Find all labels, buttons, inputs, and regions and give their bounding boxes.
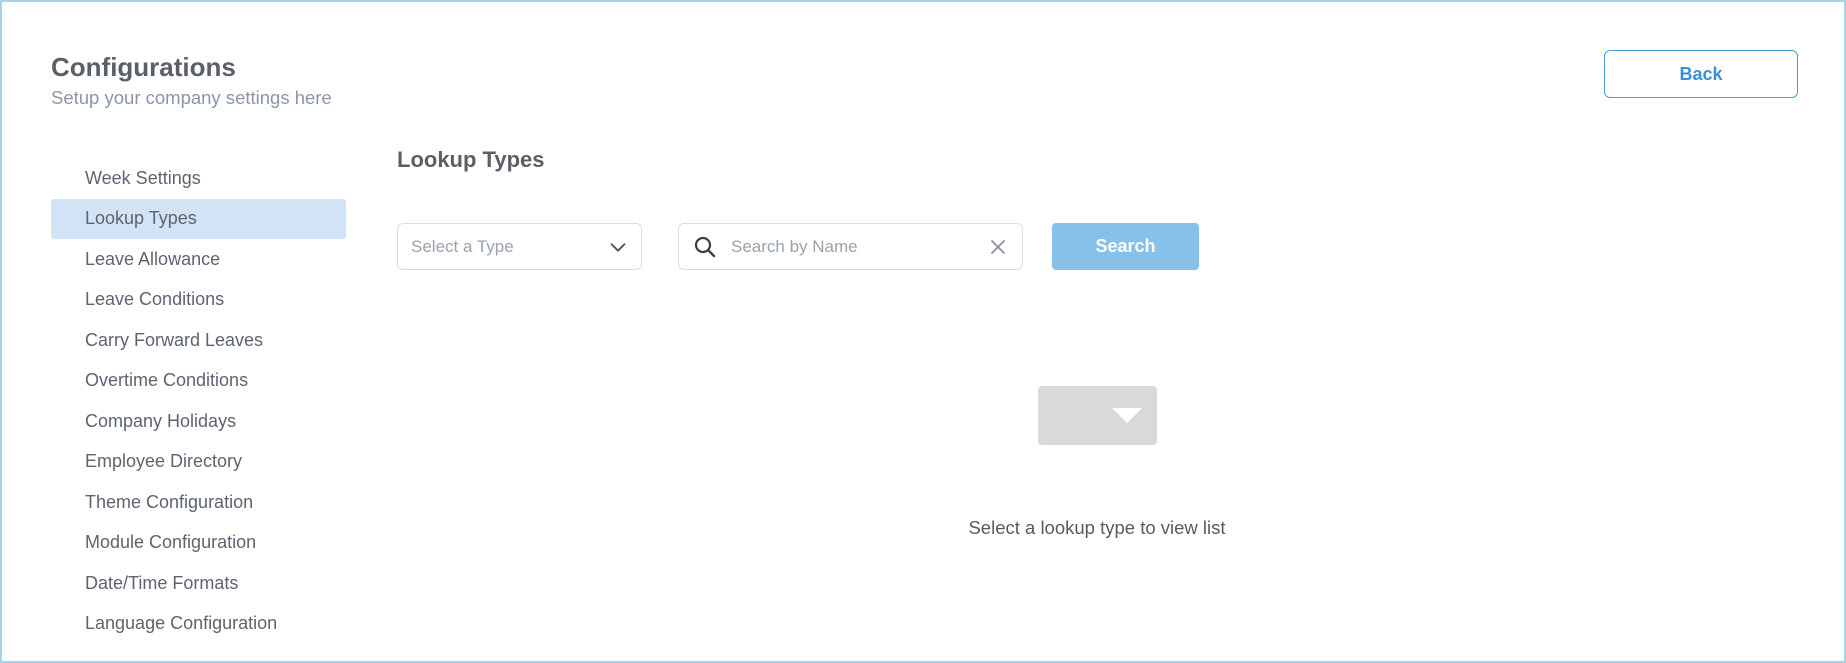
sidebar-item-leave-conditions[interactable]: Leave Conditions: [51, 280, 346, 321]
sidebar-item-date-time-formats[interactable]: Date/Time Formats: [51, 563, 346, 604]
sidebar-item-theme-configuration[interactable]: Theme Configuration: [51, 482, 346, 523]
sidebar-item-employee-directory[interactable]: Employee Directory: [51, 442, 346, 483]
search-icon: [694, 236, 716, 257]
section-title: Lookup Types: [397, 147, 545, 172]
chevron-down-icon: [610, 242, 626, 252]
back-button[interactable]: Back: [1604, 50, 1798, 98]
sidebar-item-company-holidays[interactable]: Company Holidays: [51, 401, 346, 442]
sidebar-item-week-settings[interactable]: Week Settings: [51, 158, 346, 199]
search-input[interactable]: [731, 231, 989, 262]
sidebar-item-language-configuration[interactable]: Language Configuration: [51, 604, 346, 645]
empty-state-message: Select a lookup type to view list: [968, 517, 1226, 538]
empty-folder-icon: [1038, 386, 1157, 445]
sidebar-item-overtime-conditions[interactable]: Overtime Conditions: [51, 361, 346, 402]
page-title: Configurations: [51, 52, 236, 82]
close-icon[interactable]: [989, 238, 1007, 256]
search-button[interactable]: Search: [1052, 223, 1199, 270]
sidebar-item-module-configuration[interactable]: Module Configuration: [51, 523, 346, 564]
sidebar: Week Settings Lookup Types Leave Allowan…: [51, 158, 346, 644]
lookup-type-select-placeholder: Select a Type: [411, 236, 514, 256]
page-subtitle: Setup your company settings here: [51, 87, 332, 108]
lookup-type-select[interactable]: Select a Type: [397, 223, 642, 270]
sidebar-item-leave-allowance[interactable]: Leave Allowance: [51, 239, 346, 280]
sidebar-item-lookup-types[interactable]: Lookup Types: [51, 198, 346, 239]
app-frame: Configurations Setup your company settin…: [0, 0, 1846, 663]
empty-folder-arrow: [1112, 408, 1142, 423]
search-box: [678, 223, 1023, 270]
sidebar-item-carry-forward-leaves[interactable]: Carry Forward Leaves: [51, 320, 346, 361]
